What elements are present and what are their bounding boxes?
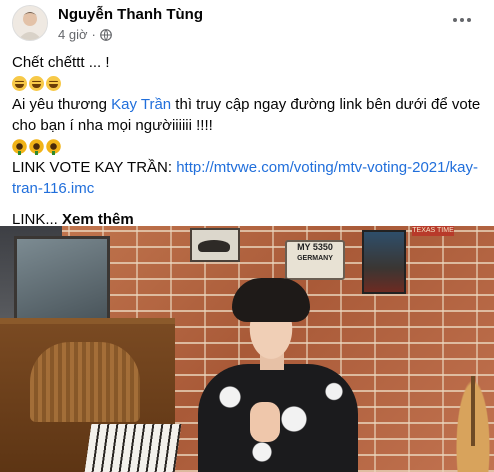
post-line-2: Ai yêu thương Kay Trần thì truy cập ngay… [12,94,484,115]
author-name[interactable]: Nguyễn Thanh Tùng [58,6,203,23]
sunflower-emoji [29,139,44,155]
laughing-face-emoji [29,76,44,91]
emoji-row-laugh [12,73,484,94]
globe-icon[interactable] [99,28,112,41]
vote-link-continued[interactable]: tran-116.imc [12,178,484,199]
author-avatar[interactable] [12,5,48,41]
avatar-image [13,6,47,40]
car-poster [362,230,406,294]
vote-link[interactable]: http://mtvwe.com/voting/mtv-voting-2021/… [176,159,478,176]
plate-country: GERMANY [297,255,333,262]
laughing-face-emoji [12,76,27,91]
post-timestamp[interactable]: 4 giờ [58,27,88,42]
post-text: Chết chếttt ... ! Ai yêu thương Kay Trần… [12,52,484,230]
emoji-row-sunflower [12,136,484,157]
license-plate-decoration: MY 5350 GERMANY [285,240,345,280]
piano-keys [84,424,182,472]
line-2-suffix: thì truy cập ngay đường link bên dưới để… [171,96,481,113]
motorcycle-picture-frame [190,228,240,262]
guitar [455,376,491,472]
post-line-3: cho bạn í nha mọi ngườiiiiii !!!! [12,117,213,134]
line-2-prefix: Ai yêu thương [12,96,112,113]
more-dot [467,18,471,22]
person-in-video [198,278,358,472]
post-line-1: Chết chếttt ... ! [12,54,110,71]
post-meta: 4 giờ · [58,27,112,42]
line-4-prefix: LINK VOTE KAY TRẦN: [12,159,177,176]
wall-sign: TEXAS TIME [412,226,454,236]
more-dot [453,18,457,22]
sunflower-emoji [46,139,61,155]
plate-number: MY 5350 [297,242,333,252]
post-video[interactable]: MY 5350 GERMANY TEXAS TIME [0,226,494,472]
more-options-icon[interactable] [450,10,474,30]
tagged-user-kay-tran[interactable]: Kay Trần [111,96,171,113]
meta-separator: · [91,27,96,42]
hair [232,278,310,322]
sunflower-emoji [12,139,27,155]
more-dot [460,18,464,22]
hand [250,402,280,442]
laughing-face-emoji [46,76,61,91]
facebook-post: Nguyễn Thanh Tùng 4 giờ · Chết chếttt ..… [0,0,494,472]
piano-panel [30,342,140,422]
window [14,236,110,322]
post-line-4: LINK VOTE KAY TRẦN: http://mtvwe.com/vot… [12,157,484,178]
